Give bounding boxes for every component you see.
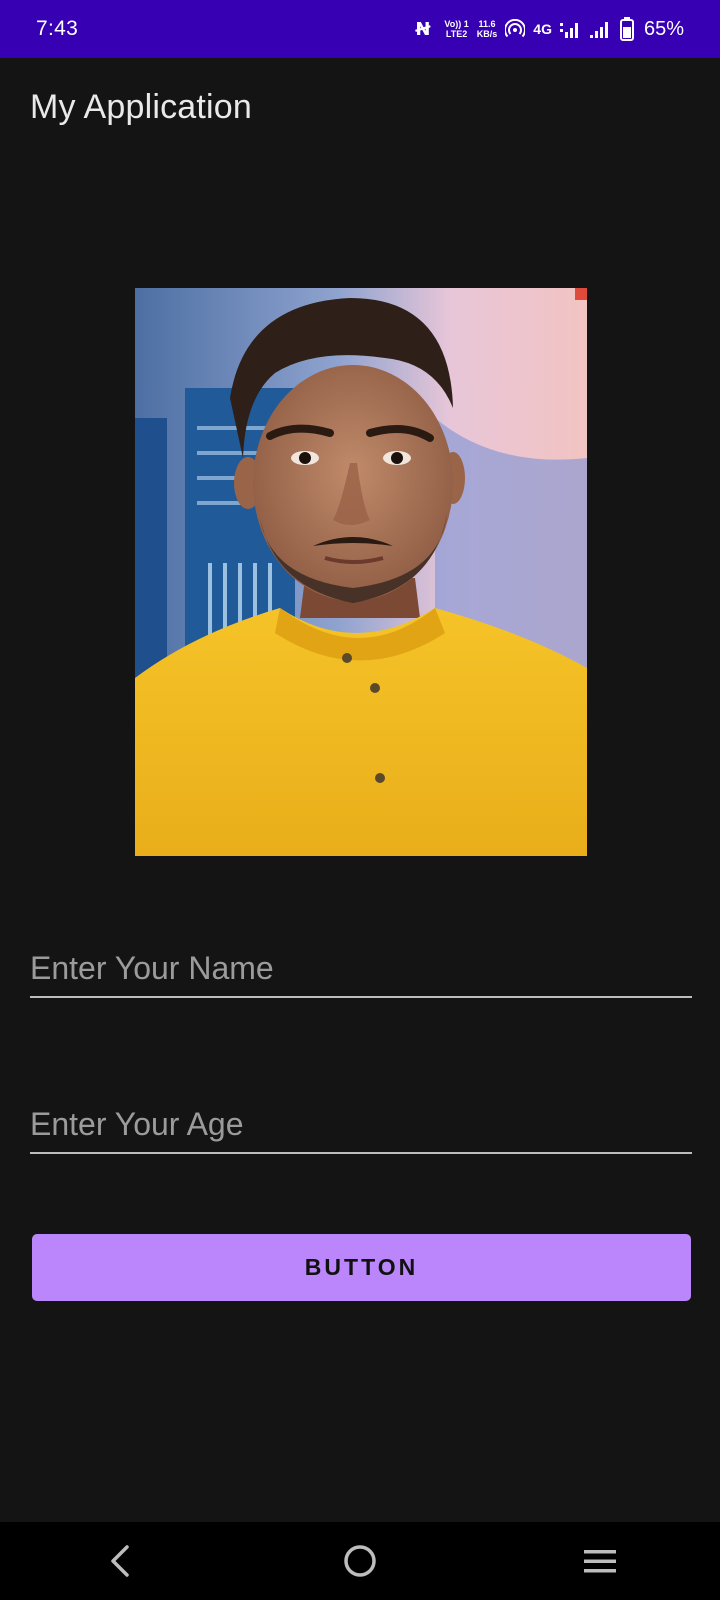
back-button[interactable] xyxy=(80,1526,160,1596)
age-field[interactable] xyxy=(30,1084,692,1154)
age-input[interactable] xyxy=(30,1084,692,1152)
signal-sim1-icon xyxy=(559,19,582,39)
volte-bottom-label: LTE2 xyxy=(445,29,468,39)
nfc-icon: Ꞥ xyxy=(415,18,431,39)
network-speed-unit: KB/s xyxy=(476,29,498,39)
battery-icon xyxy=(619,17,634,41)
signal-sim2-icon xyxy=(589,19,612,39)
battery-percent: 65% xyxy=(643,17,684,40)
home-icon xyxy=(344,1545,376,1577)
name-input[interactable] xyxy=(30,928,692,996)
recents-button[interactable] xyxy=(560,1526,640,1596)
network-speed: 11.6 KB/s xyxy=(477,19,498,39)
volte-top-label: Vo)) 1 xyxy=(444,19,469,29)
submit-button[interactable]: BUTTON xyxy=(32,1234,691,1301)
profile-photo xyxy=(135,288,587,856)
home-button[interactable] xyxy=(320,1526,400,1596)
network-type: 4G xyxy=(533,21,552,37)
app-title: My Application xyxy=(30,88,253,126)
status-bar: 7:43 Ꞥ Vo)) 1 LTE2 11.6 KB/s 4G 65% xyxy=(0,0,720,58)
back-icon xyxy=(111,1545,129,1577)
status-time: 7:43 xyxy=(36,17,79,40)
hotspot-icon xyxy=(505,19,526,39)
status-icons: Ꞥ Vo)) 1 LTE2 11.6 KB/s 4G 65% xyxy=(415,17,684,41)
menu-icon xyxy=(584,1550,616,1573)
network-speed-value: 11.6 xyxy=(478,19,496,29)
volte-indicator: Vo)) 1 LTE2 xyxy=(444,19,468,39)
navigation-bar xyxy=(0,1522,720,1600)
name-field[interactable] xyxy=(30,928,692,998)
